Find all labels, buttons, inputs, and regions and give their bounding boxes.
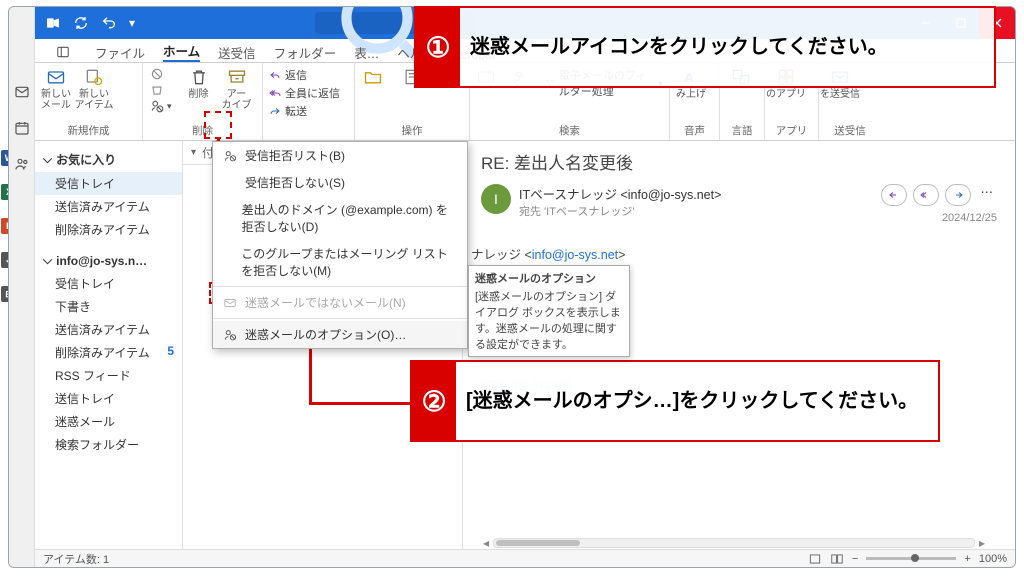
- new-mail-button[interactable]: 新しい メール: [41, 67, 71, 111]
- nav-inbox[interactable]: 受信トレイ: [35, 272, 182, 295]
- favorites-header[interactable]: ⌵お気に入り: [35, 147, 182, 172]
- nav-rss[interactable]: RSS フィード: [35, 364, 182, 387]
- zoom-value: 100%: [979, 553, 1007, 565]
- recipient-line: 宛先 'ITベースナレッジ': [519, 203, 873, 219]
- sync-icon[interactable]: [73, 15, 89, 31]
- forward-icon: [269, 105, 281, 117]
- menu-never-block[interactable]: 受信拒否しない(S): [213, 169, 467, 196]
- tab-file[interactable]: ファイル: [95, 43, 145, 62]
- menu-never-block-group[interactable]: このグループまたはメーリング リストを拒否しない(M): [213, 240, 467, 284]
- zoom-out-button[interactable]: −: [852, 553, 858, 565]
- view-reading-icon[interactable]: [830, 552, 844, 566]
- nav-sent[interactable]: 送信済みアイテム: [35, 318, 182, 341]
- reply-all-icon: [269, 87, 281, 99]
- trash-icon: [189, 67, 209, 87]
- people-rail-icon[interactable]: [12, 155, 32, 173]
- forward-button[interactable]: 転送: [269, 103, 348, 119]
- tab-sendrecv[interactable]: 送受信: [218, 43, 256, 62]
- annotation-arrow-2h: [309, 402, 422, 405]
- ignore-icon[interactable]: [149, 67, 165, 81]
- calendar-rail-icon[interactable]: [12, 119, 32, 137]
- menu-junk-options[interactable]: 迷惑メールのオプション(O)…: [213, 321, 467, 348]
- ribbon-group-search: 検索: [476, 123, 663, 138]
- junk-icon: [149, 99, 165, 113]
- archive-button[interactable]: アー カイブ: [222, 67, 252, 113]
- ribbon-group-delete: 削除: [149, 123, 256, 138]
- tab-home[interactable]: ホーム: [163, 41, 200, 62]
- item-count: アイテム数: 1: [43, 551, 109, 567]
- reply-button[interactable]: 返信: [269, 67, 348, 83]
- block-person-icon: [223, 149, 237, 163]
- nav-searchfolders[interactable]: 検索フォルダー: [35, 433, 182, 456]
- left-rail: [9, 7, 35, 567]
- view-normal-icon[interactable]: [808, 552, 822, 566]
- ribbon-group-voice: 音声: [676, 123, 713, 138]
- outlook-icon: [45, 15, 61, 31]
- cleanup-icon[interactable]: [149, 83, 165, 97]
- meta-from-link[interactable]: info@jo-sys.net: [532, 248, 618, 262]
- new-item-icon: [84, 67, 104, 87]
- ribbon-group-actions: 操作: [361, 123, 463, 138]
- nav-drafts[interactable]: 下書き: [35, 295, 182, 318]
- undo-icon[interactable]: [101, 15, 117, 31]
- annotation-callout-1: ① 迷惑メールアイコンをクリックしてください。: [414, 6, 996, 88]
- zoom-in-button[interactable]: +: [964, 553, 970, 565]
- nav-fav-deleted[interactable]: 削除済みアイテム: [35, 218, 182, 241]
- junk-mail-menu: 受信拒否リスト(B) 受信拒否しない(S) 差出人のドメイン (@example…: [212, 141, 468, 349]
- nav-toggle-icon[interactable]: [55, 45, 71, 59]
- new-mail-icon: [46, 67, 66, 87]
- nav-junk[interactable]: 迷惑メール: [35, 410, 182, 433]
- account-header[interactable]: ⌵info@jo-sys.n…: [35, 249, 182, 272]
- sender-line: ITベースナレッジ <info@jo-sys.net>: [519, 184, 873, 203]
- status-bar: アイテム数: 1 − + 100%: [35, 549, 1015, 567]
- nav-fav-inbox[interactable]: 受信トレイ: [35, 172, 182, 195]
- block-person2-icon: [223, 328, 237, 342]
- reply-all-button[interactable]: 全員に返信: [269, 85, 348, 101]
- move-button[interactable]: [361, 67, 386, 87]
- archive-icon: [227, 67, 247, 87]
- mail-subject: RE: 差出人名変更後: [481, 149, 997, 174]
- folder-nav: ⌵お気に入り 受信トレイ 送信済みアイテム 削除済みアイテム ⌵info@jo-…: [35, 141, 183, 549]
- ribbon-group-sendrec: 送受信: [825, 123, 875, 138]
- ribbon-group-apps: アプリ: [771, 123, 812, 138]
- more-actions-button[interactable]: ⋯: [977, 184, 998, 206]
- mail-icon: [223, 296, 237, 310]
- zoom-slider[interactable]: [866, 557, 956, 560]
- menu-never-block-domain[interactable]: 差出人のドメイン (@example.com) を拒否しない(D): [213, 196, 467, 240]
- tab-folder[interactable]: フォルダー: [274, 43, 337, 62]
- annotation-callout-2: ② [迷惑メールのオプシ…]をクリックしてください。: [410, 360, 940, 442]
- new-item-button[interactable]: 新しい アイテム: [79, 67, 109, 111]
- ribbon-group-lang: 言語: [726, 123, 758, 138]
- ribbon-group-new: 新規作成: [41, 123, 136, 138]
- nav-deleted[interactable]: 削除済みアイテム5: [35, 341, 182, 364]
- delete-button[interactable]: 削除: [184, 67, 214, 113]
- horizontal-scrollbar[interactable]: ◂▸: [479, 537, 989, 549]
- reply-icon: [269, 69, 281, 81]
- forward-round-button[interactable]: [945, 184, 971, 206]
- menu-block-sender[interactable]: 受信拒否リスト(B): [213, 142, 467, 169]
- folder-icon: [363, 67, 383, 87]
- junk-options-tooltip: 迷惑メールのオプション [迷惑メールのオプション] ダイアログ ボックスを表示し…: [468, 265, 630, 357]
- junk-mail-button[interactable]: ▾: [149, 99, 172, 113]
- mail-rail-icon[interactable]: [12, 83, 32, 101]
- sender-avatar: I: [481, 184, 511, 214]
- nav-fav-sent[interactable]: 送信済みアイテム: [35, 195, 182, 218]
- annotation-highlight-1: [204, 111, 232, 139]
- reply-round-button[interactable]: [881, 184, 907, 206]
- tab-view[interactable]: 表…: [354, 43, 379, 62]
- mail-date: 2024/12/25: [942, 212, 997, 224]
- nav-outbox[interactable]: 送信トレイ: [35, 387, 182, 410]
- menu-not-junk: 迷惑メールではないメール(N): [213, 289, 467, 316]
- reply-all-round-button[interactable]: [913, 184, 939, 206]
